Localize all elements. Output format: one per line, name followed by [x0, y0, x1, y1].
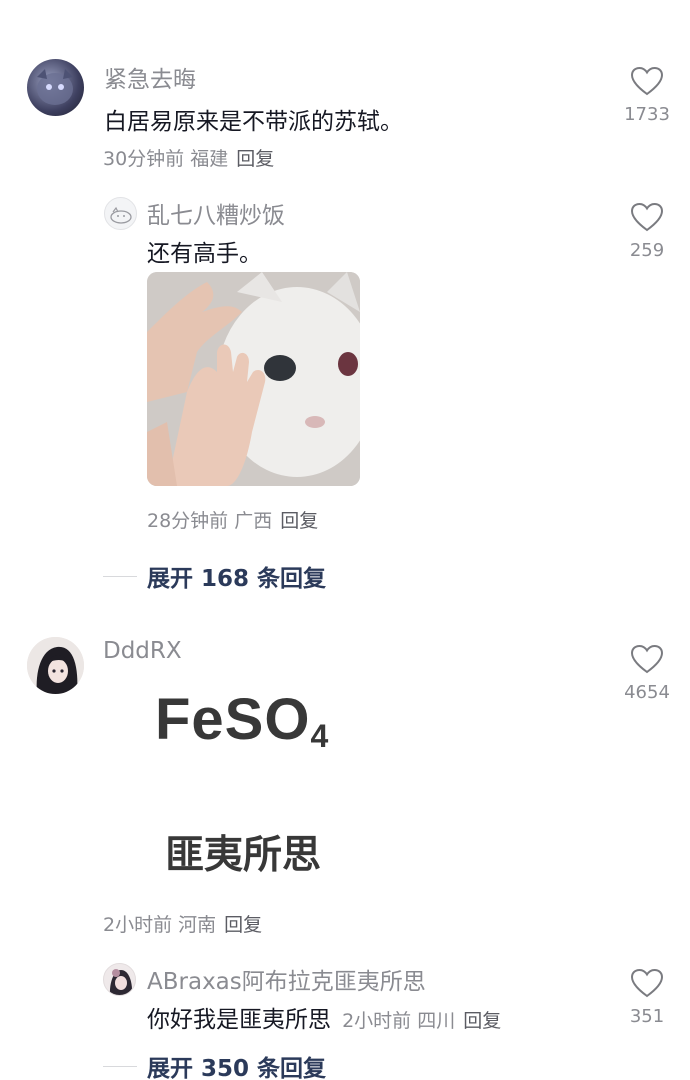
reply-username[interactable]: ABraxas阿布拉克匪夷所思 — [147, 962, 426, 996]
comment-time: 30分钟前 — [103, 148, 185, 170]
divider-line — [103, 1065, 137, 1067]
comment-location: 福建 — [190, 148, 229, 170]
comment-image[interactable]: FeSO4 匪夷所思 — [103, 672, 403, 902]
heart-outline-icon — [630, 66, 664, 96]
reply-text: 你好我是匪夷所思 — [147, 1007, 331, 1033]
like-count: 351 — [629, 1006, 665, 1027]
expand-replies-button[interactable]: 展开 168 条回复 — [103, 559, 326, 593]
heart-outline-icon — [630, 968, 664, 998]
formula-main: FeSO — [155, 687, 311, 752]
formula-text: FeSO4 — [155, 686, 329, 755]
reply-button[interactable]: 回复 — [236, 148, 274, 170]
comment-location: 河南 — [178, 914, 217, 936]
reply-text: 还有高手。 — [147, 241, 262, 267]
heart-outline-icon — [630, 202, 664, 232]
expand-replies-label: 展开 168 条回复 — [147, 566, 327, 592]
comment-text: 白居易原来是不带派的苏轼。 — [104, 109, 403, 135]
reply-time: 28分钟前 — [147, 510, 229, 532]
avatar[interactable] — [103, 963, 136, 996]
like-count: 4654 — [624, 682, 670, 703]
comment-username[interactable]: DddRX — [103, 638, 182, 664]
reply-meta: 28分钟前 广西 回复 — [147, 506, 318, 533]
reply-time: 2小时前 — [342, 1010, 412, 1032]
anime-avatar-image — [27, 637, 84, 694]
reply-button[interactable]: 回复 — [224, 914, 262, 936]
avatar[interactable] — [27, 59, 84, 116]
reply-meta: 2小时前 四川 回复 — [342, 1010, 501, 1032]
heart-outline-icon — [630, 644, 664, 674]
expand-replies-label: 展开 350 条回复 — [147, 1056, 327, 1080]
like-button[interactable]: 259 — [617, 202, 677, 261]
avatar[interactable] — [104, 197, 137, 230]
reply-button[interactable]: 回复 — [280, 510, 318, 532]
like-count: 259 — [629, 240, 665, 261]
like-button[interactable]: 351 — [617, 968, 677, 1027]
divider-line — [103, 575, 137, 577]
reply-location: 广西 — [234, 510, 273, 532]
like-button[interactable]: 4654 — [617, 644, 677, 703]
reply-body: 你好我是匪夷所思 2小时前 四川 回复 — [147, 1000, 501, 1034]
cat-hands-meme-image — [147, 272, 360, 486]
anime-avatar-image — [109, 969, 133, 995]
comment-meta: 30分钟前 福建 回复 — [103, 144, 274, 171]
reply-button[interactable]: 回复 — [463, 1010, 501, 1032]
formula-subscript: 4 — [310, 718, 330, 754]
comment-meta: 2小时前 河南 回复 — [103, 910, 262, 937]
reply-location: 四川 — [417, 1010, 456, 1032]
reply-image[interactable] — [147, 272, 360, 486]
cat-avatar-image — [37, 69, 73, 105]
reply-username[interactable]: 乱七八糟炒饭 — [147, 196, 285, 230]
expand-replies-button[interactable]: 展开 350 条回复 — [103, 1049, 326, 1080]
comment-time: 2小时前 — [103, 914, 173, 936]
doodle-avatar-image — [110, 206, 132, 224]
avatar[interactable] — [27, 637, 84, 694]
like-count: 1733 — [624, 104, 670, 125]
like-button[interactable]: 1733 — [617, 66, 677, 125]
comment-username[interactable]: 紧急去晦 — [104, 60, 196, 94]
meme-caption: 匪夷所思 — [165, 833, 322, 878]
